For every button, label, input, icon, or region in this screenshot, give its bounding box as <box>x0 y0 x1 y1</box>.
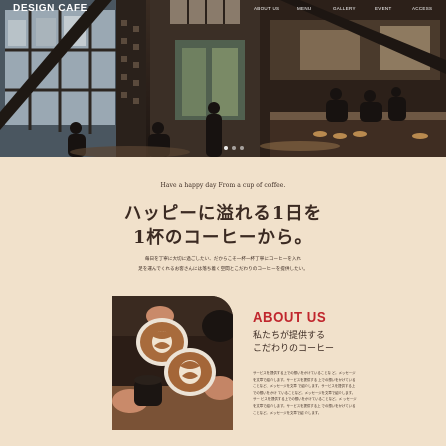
hero-banner: DESIGN CAFE ABOUT US MENU GALLERY EVENT … <box>0 0 446 157</box>
slide-dot-1[interactable] <box>224 146 228 150</box>
nav-gallery[interactable]: GALLERY <box>333 6 356 11</box>
nav-access[interactable]: ACCESS <box>412 6 432 11</box>
intro-tagline: Have a happy day From a cup of coffee. <box>160 182 286 189</box>
slide-dot-3[interactable] <box>240 146 244 150</box>
cafe-interior-photo <box>0 0 446 157</box>
about-body-text: サービスを提供する上での想いをかけていることな ど。メッセージを文章で紹介します… <box>253 371 357 415</box>
nav-about-us[interactable]: ABOUT US <box>254 6 279 11</box>
slide-dot-2[interactable] <box>232 146 236 150</box>
slider-dots <box>224 146 244 150</box>
headline-line-2: 1杯のコーヒーから。 <box>133 228 313 248</box>
nav-event[interactable]: EVENT <box>375 6 392 11</box>
description-line-1: 毎日を丁寧に大切に過ごしたい、だからこそ一杯一杯丁寧にコーヒーを入れ <box>144 257 302 262</box>
intro-description: 毎日を丁寧に大切に過ごしたい、だからこそ一杯一杯丁寧にコーヒーを入れ 足を運んで… <box>0 255 446 275</box>
latte-art-cups-photo <box>112 296 233 430</box>
intro-headline: ハッピーに溢れる1日を 1杯のコーヒーから。 <box>0 202 446 250</box>
description-line-2: 足を運んでくれるお客さんには落ち着く空間とこだわりのコーヒーを提供したい。 <box>138 267 308 272</box>
headline-line-1: ハッピーに溢れる1日を <box>123 204 323 224</box>
about-title: ABOUT US <box>253 309 327 326</box>
about-subtitle-line-2: こだわりのコーヒー <box>253 344 335 354</box>
nav-menu[interactable]: MENU <box>297 6 311 11</box>
about-subtitle-line-1: 私たちが提供する <box>253 331 326 341</box>
about-subtitle: 私たちが提供する こだわりのコーヒー <box>253 330 334 356</box>
main-nav: ABOUT US MENU GALLERY EVENT ACCESS <box>0 6 446 16</box>
